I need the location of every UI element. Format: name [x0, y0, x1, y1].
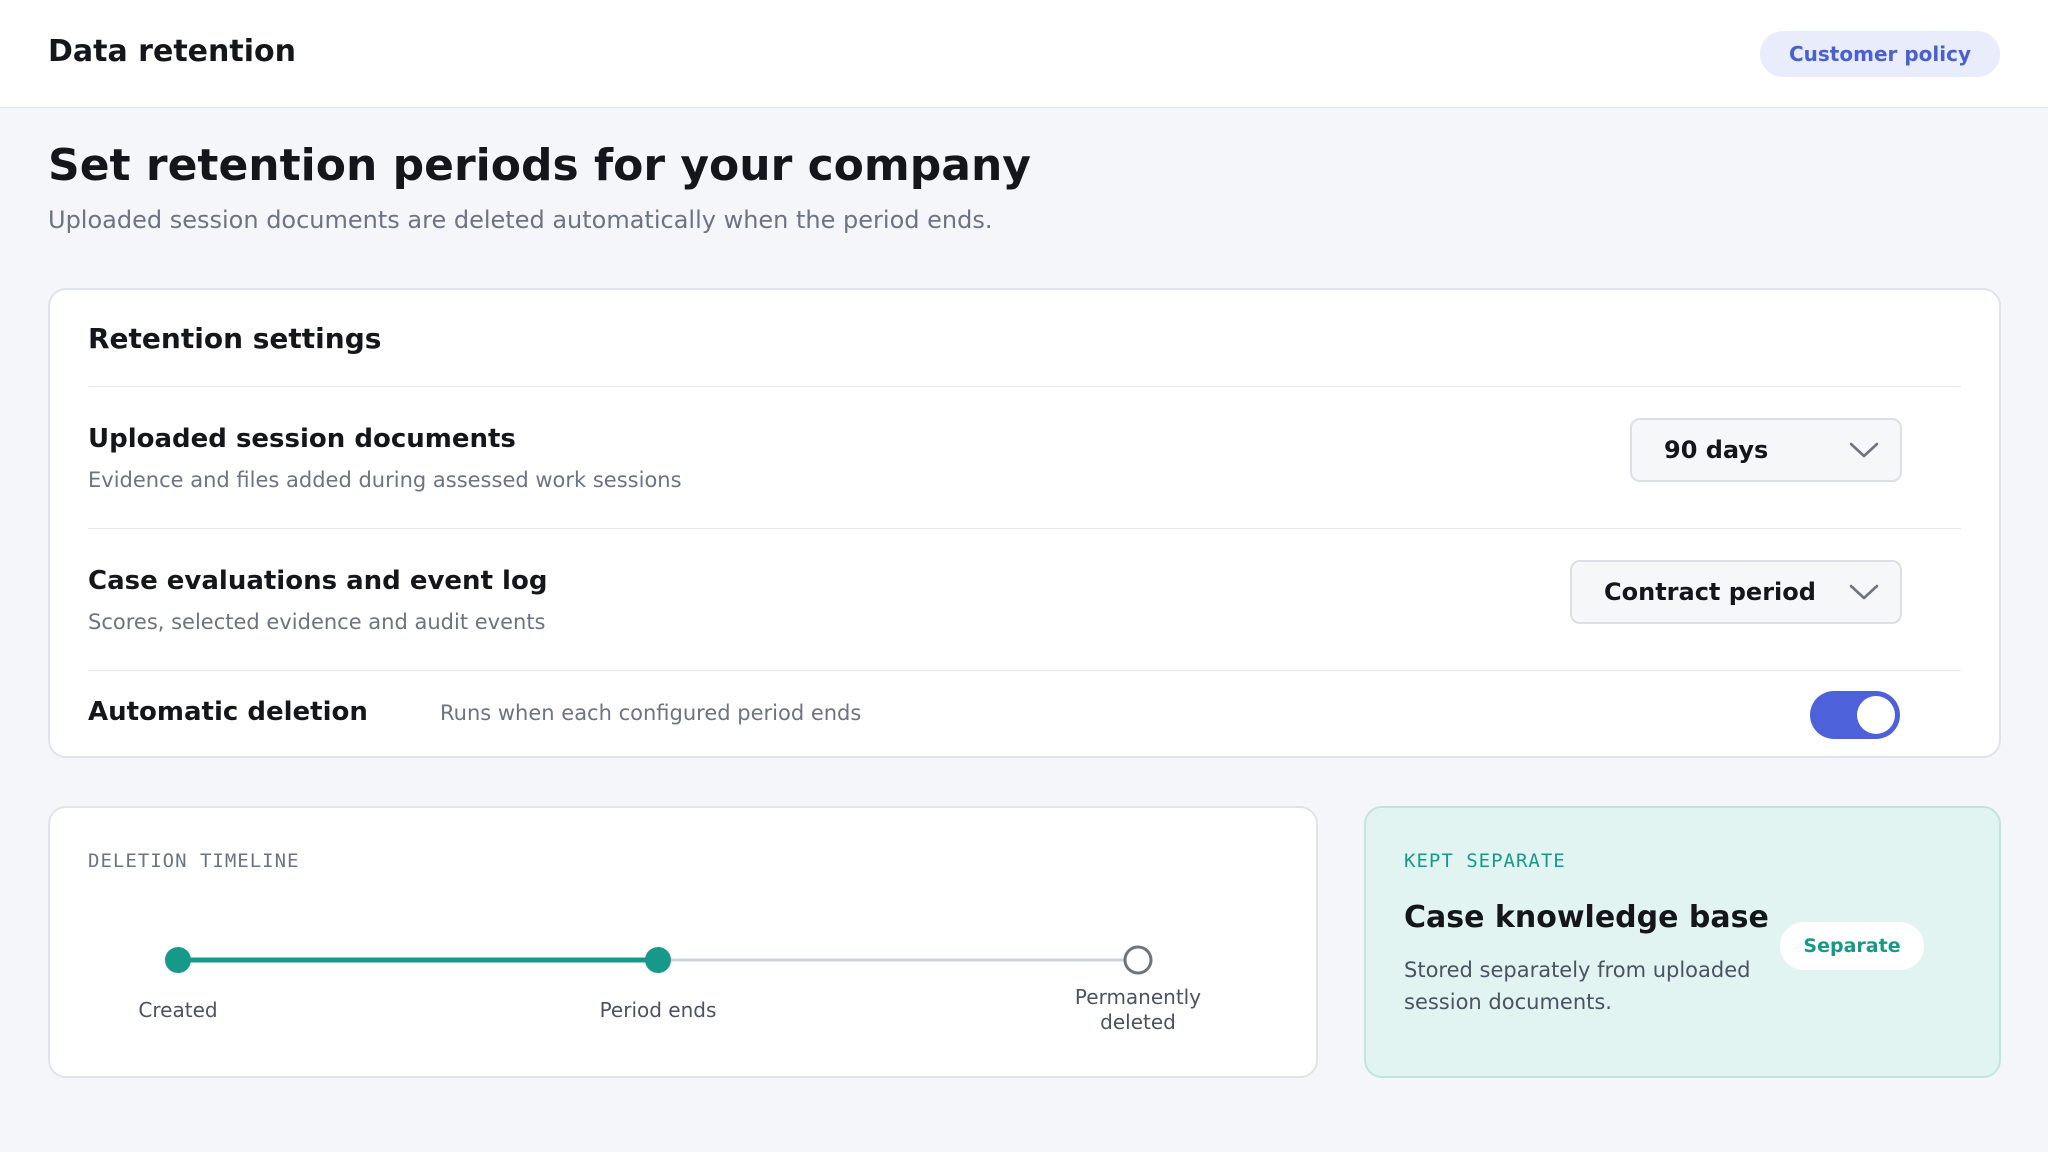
- case-evaluations-period-value: Contract period: [1604, 578, 1816, 606]
- case-evaluations-title: Case evaluations and event log: [88, 566, 548, 596]
- uploaded-documents-period-value: 90 days: [1664, 436, 1769, 464]
- divider: [88, 386, 1961, 387]
- case-evaluations-description: Scores, selected evidence and audit even…: [88, 610, 546, 634]
- app-title: Data retention: [48, 34, 296, 69]
- page-title: Set retention periods for your company: [48, 140, 1031, 191]
- retention-settings-card: Retention settings Uploaded session docu…: [48, 288, 2001, 758]
- automatic-deletion-toggle[interactable]: [1810, 691, 1900, 739]
- timeline-label-permanently-deleted: Permanently deleted: [1028, 985, 1248, 1035]
- customer-policy-button[interactable]: Customer policy: [1760, 31, 2000, 77]
- timeline-track: [165, 945, 1153, 975]
- divider: [88, 670, 1961, 671]
- uploaded-documents-period-select[interactable]: 90 days: [1630, 418, 1902, 482]
- automatic-deletion-description: Runs when each configured period ends: [440, 701, 862, 725]
- divider: [88, 528, 1961, 529]
- timeline-dot-period-ends: [645, 947, 671, 973]
- knowledge-base-description: Stored separately from uploaded session …: [1404, 958, 1751, 1014]
- timeline-dot-created: [165, 947, 191, 973]
- case-evaluations-period-select[interactable]: Contract period: [1570, 560, 1902, 624]
- retention-settings-title: Retention settings: [88, 322, 382, 355]
- uploaded-documents-title: Uploaded session documents: [88, 424, 516, 454]
- chevron-down-icon: [1849, 442, 1879, 458]
- page-subtitle: Uploaded session documents are deleted a…: [48, 206, 993, 234]
- timeline-label-created: Created: [138, 998, 218, 1022]
- uploaded-documents-description: Evidence and files added during assessed…: [88, 468, 682, 492]
- timeline-dot-permanently-deleted: [1123, 945, 1153, 975]
- knowledge-base-title: Case knowledge base: [1404, 900, 1769, 935]
- automatic-deletion-title: Automatic deletion: [88, 697, 368, 727]
- knowledge-base-card: KEPT SEPARATE Case knowledge base Stored…: [1364, 806, 2001, 1078]
- kept-separate-eyebrow: KEPT SEPARATE: [1404, 850, 1566, 872]
- toggle-knob: [1857, 696, 1895, 734]
- timeline-label-permanently-deleted-text: Permanently deleted: [1074, 985, 1202, 1034]
- top-bar: Data retention Customer policy: [0, 0, 2048, 108]
- separate-badge: Separate: [1780, 922, 1924, 970]
- timeline-label-period-ends: Period ends: [599, 998, 717, 1022]
- deletion-timeline-card: DELETION TIMELINE Created Period ends Pe…: [48, 806, 1318, 1078]
- chevron-down-icon: [1849, 584, 1879, 600]
